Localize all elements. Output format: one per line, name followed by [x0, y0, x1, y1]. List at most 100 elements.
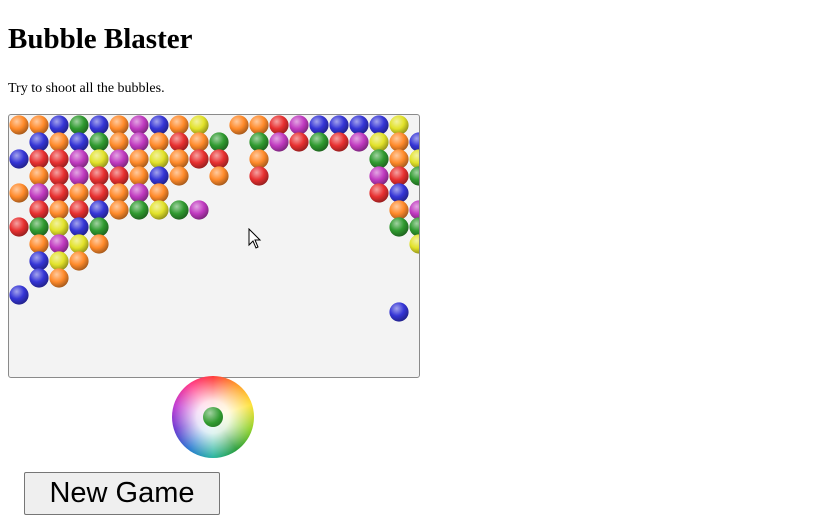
bubble-red [109, 166, 129, 186]
bubble-red [29, 200, 49, 220]
bubble-blue [389, 183, 409, 203]
bubble-orange [149, 183, 169, 203]
bubble-red [29, 149, 49, 169]
bubble-yellow [149, 149, 169, 169]
game-board[interactable] [8, 114, 420, 378]
bubble-purple [109, 149, 129, 169]
bubble-blue [89, 200, 109, 220]
bubble-red [169, 132, 189, 152]
bubble-red [289, 132, 309, 152]
bubble-orange [249, 149, 269, 169]
bubble-orange [229, 115, 249, 135]
bubble-red [49, 149, 69, 169]
bubble-green [369, 149, 389, 169]
bubble-orange [29, 234, 49, 254]
bubble-orange [9, 115, 29, 135]
bubble-red [269, 115, 289, 135]
bubble-orange [129, 166, 149, 186]
bubble-orange [9, 183, 29, 203]
bubble-purple [129, 132, 149, 152]
bubble-green [309, 132, 329, 152]
bubble-yellow [369, 132, 389, 152]
bubble-purple [29, 183, 49, 203]
bubble-orange [389, 200, 409, 220]
bubble-blue [29, 132, 49, 152]
bubble-yellow [89, 149, 109, 169]
instructions-text: Try to shoot all the bubbles. [8, 81, 165, 96]
bubble-green [169, 200, 189, 220]
bubble-shooter[interactable] [172, 376, 254, 458]
bubble-orange [129, 149, 149, 169]
bubble-blue [309, 115, 329, 135]
bubble-red [49, 183, 69, 203]
bubble-red [9, 217, 29, 237]
bubble-blue [369, 115, 389, 135]
bubble-blue [389, 302, 409, 322]
bubble-orange [389, 149, 409, 169]
bubble-purple [69, 149, 89, 169]
page-title: Bubble Blaster [8, 23, 193, 55]
bubble-green [249, 132, 269, 152]
bubble-orange [49, 132, 69, 152]
bubble-blue [49, 115, 69, 135]
bubble-purple [269, 132, 289, 152]
bubble-yellow [189, 115, 209, 135]
bubble-red [249, 166, 269, 186]
bubble-purple [69, 166, 89, 186]
bubble-orange [149, 132, 169, 152]
bubble-green [29, 217, 49, 237]
bubble-orange [49, 200, 69, 220]
bubble-orange [29, 115, 49, 135]
bubble-orange [69, 183, 89, 203]
bubble-green [89, 132, 109, 152]
bubble-green [129, 200, 149, 220]
bubble-green [409, 166, 419, 186]
bubble-blue [349, 115, 369, 135]
next-bubble [203, 407, 223, 427]
bubble-blue [9, 285, 29, 305]
bubble-orange [109, 200, 129, 220]
bubble-green [409, 217, 419, 237]
bubble-orange [249, 115, 269, 135]
bubble-blue [69, 132, 89, 152]
bubble-purple [129, 183, 149, 203]
bubble-yellow [389, 115, 409, 135]
bubble-red [389, 166, 409, 186]
bubble-blue [29, 268, 49, 288]
bubble-purple [289, 115, 309, 135]
bubble-blue [149, 115, 169, 135]
bubble-red [89, 183, 109, 203]
bubble-yellow [49, 251, 69, 271]
bubble-yellow [409, 234, 419, 254]
bubble-purple [409, 200, 419, 220]
bubble-yellow [69, 234, 89, 254]
bubble-blue [9, 149, 29, 169]
new-game-button[interactable]: New Game [24, 472, 220, 515]
bubble-yellow [49, 217, 69, 237]
bubble-orange [209, 166, 229, 186]
bubble-field[interactable] [9, 115, 419, 377]
bubble-blue [329, 115, 349, 135]
bubble-purple [129, 115, 149, 135]
bubble-blue [149, 166, 169, 186]
bubble-purple [349, 132, 369, 152]
bubble-orange [49, 268, 69, 288]
bubble-orange [389, 132, 409, 152]
bubble-red [329, 132, 349, 152]
bubble-orange [109, 183, 129, 203]
bubble-yellow [409, 149, 419, 169]
bubble-orange [169, 149, 189, 169]
bubble-red [89, 166, 109, 186]
bubble-purple [189, 200, 209, 220]
bubble-orange [169, 166, 189, 186]
bubble-orange [29, 166, 49, 186]
bubble-yellow [149, 200, 169, 220]
bubble-orange [109, 132, 129, 152]
bubble-orange [169, 115, 189, 135]
bubble-red [369, 183, 389, 203]
bubble-green [209, 132, 229, 152]
bubble-blue [89, 115, 109, 135]
bubble-red [209, 149, 229, 169]
bubble-orange [69, 251, 89, 271]
bubble-blue [29, 251, 49, 271]
